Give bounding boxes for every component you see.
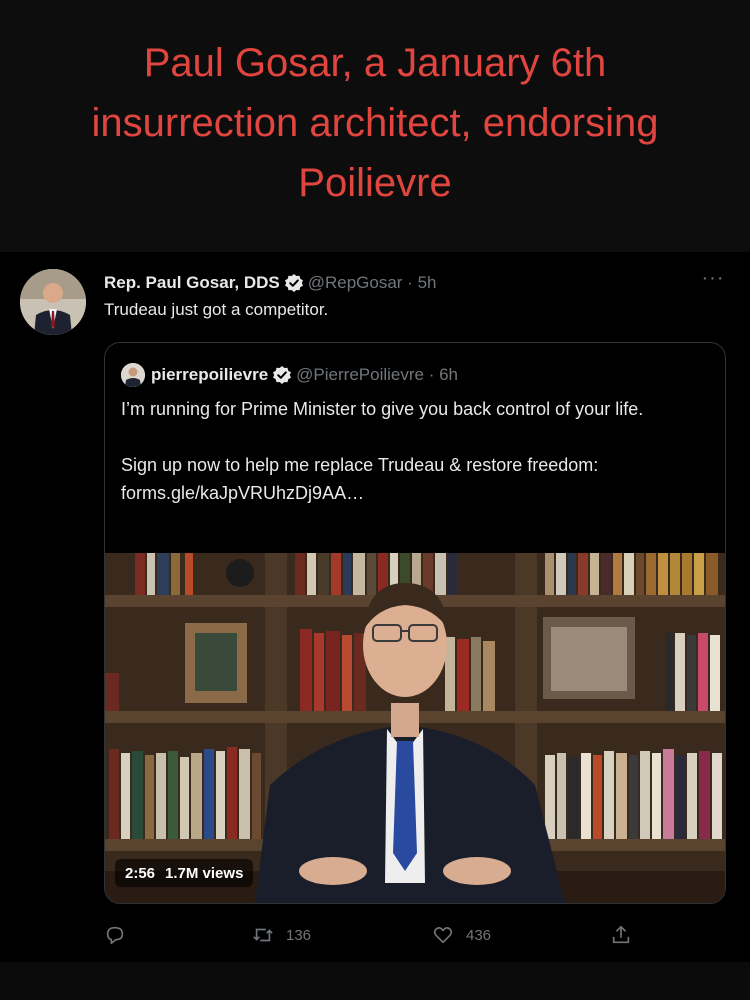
tweet[interactable]: Rep. Paul Gosar, DDS @RepGosar · 5h ··· … — [0, 252, 750, 962]
heart-icon — [433, 927, 453, 944]
bottom-band — [0, 962, 750, 1000]
retweet-icon — [253, 928, 273, 942]
share-button[interactable] — [610, 920, 644, 950]
author-handle-time: @RepGosar · 5h — [307, 273, 437, 292]
headline-text: Paul Gosar, a January 6th insurrection a… — [91, 41, 659, 205]
tweet-actions: 136 436 — [104, 920, 644, 950]
author-name[interactable]: Rep. Paul Gosar, DDS — [104, 273, 280, 293]
reply-icon — [106, 926, 124, 945]
tweet-text: Trudeau just got a competitor. — [104, 300, 329, 319]
avatar[interactable] — [20, 269, 86, 335]
retweet-button[interactable]: 136 — [252, 920, 311, 950]
quote-avatar[interactable] — [121, 363, 145, 387]
video-player[interactable]: 2:56 1.7M views — [105, 553, 725, 903]
reply-button[interactable] — [104, 920, 138, 950]
share-icon — [612, 925, 630, 944]
quote-header: pierrepoilievre @PierrePoilievre · 6h — [121, 363, 458, 387]
like-button[interactable]: 436 — [432, 920, 491, 950]
quote-line-2[interactable]: Sign up now to help me replace Trudeau &… — [121, 451, 711, 507]
video-duration: 2:56 — [125, 864, 156, 882]
retweet-count: 136 — [286, 926, 312, 944]
quote-text: I’m running for Prime Minister to give y… — [121, 395, 711, 507]
quote-author-name[interactable]: pierrepoilievre — [151, 365, 268, 385]
like-count: 436 — [466, 926, 492, 944]
video-views: 1.7M views — [165, 864, 244, 882]
headline-banner: Paul Gosar, a January 6th insurrection a… — [0, 0, 750, 252]
quote-line-1: I’m running for Prime Minister to give y… — [121, 399, 644, 419]
more-options-icon[interactable]: ··· — [700, 268, 726, 292]
quote-handle-time: @PierrePoilievre · 6h — [296, 365, 458, 384]
verified-badge-icon — [284, 273, 304, 293]
video-thumbnail — [105, 553, 725, 903]
verified-badge-icon — [272, 365, 292, 385]
quoted-tweet[interactable]: pierrepoilievre @PierrePoilievre · 6h I’… — [104, 342, 726, 904]
video-stats-badge: 2:56 1.7M views — [115, 859, 254, 887]
tweet-header: Rep. Paul Gosar, DDS @RepGosar · 5h — [104, 272, 437, 294]
